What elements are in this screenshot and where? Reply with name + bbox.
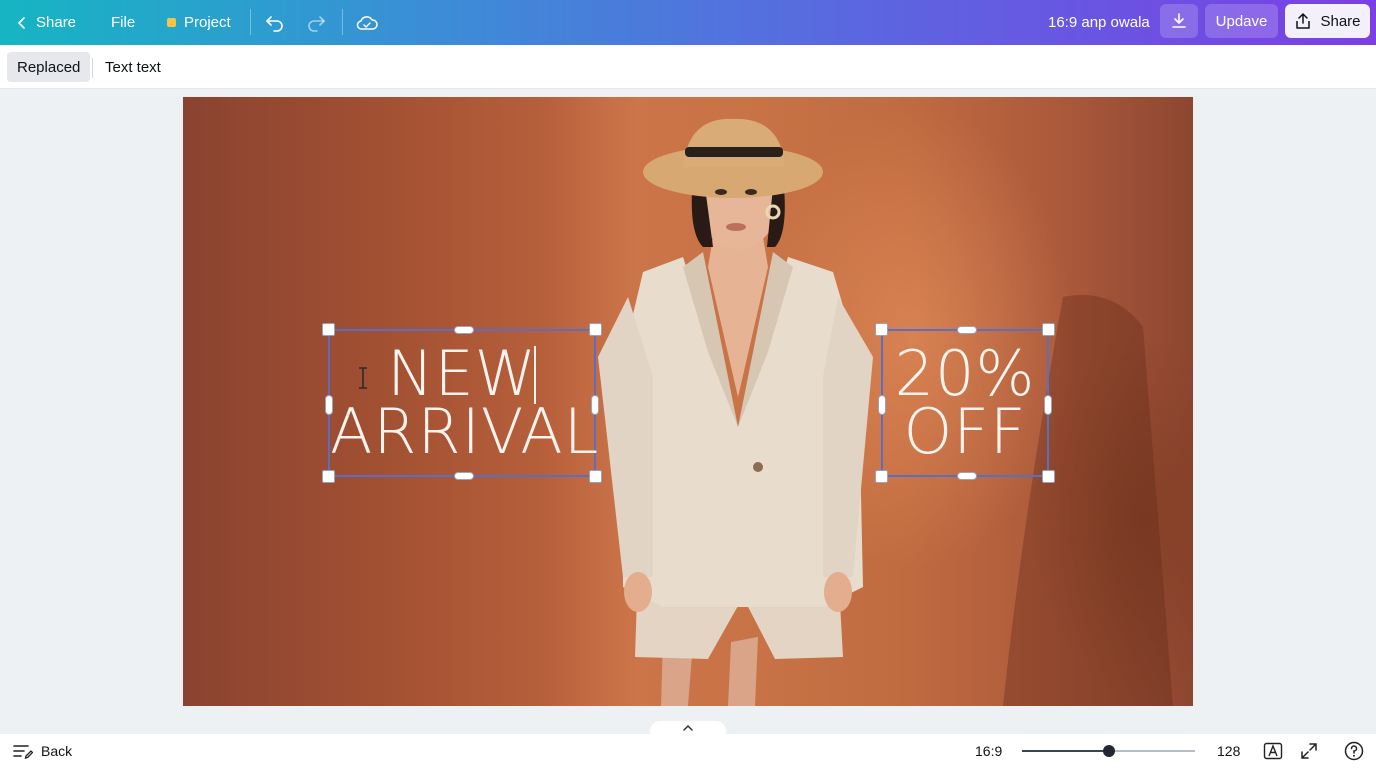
text-options-label: Text text [105, 58, 161, 76]
text-overlay-icon [1263, 741, 1283, 761]
redo-icon [306, 14, 326, 32]
pages-collapse-tab[interactable] [650, 721, 726, 735]
resize-handle-bottom-left[interactable] [875, 470, 888, 483]
headline-line-2[interactable]: ARRIVAL [330, 401, 598, 463]
zoom-slider-thumb[interactable] [1103, 745, 1115, 757]
document-title[interactable]: 16:9 anp owala [1048, 0, 1150, 45]
top-toolbar: Share File Project 16:9 anp owala Updave [0, 0, 1376, 45]
redo-button[interactable] [306, 0, 326, 45]
share-button[interactable]: Share [1285, 4, 1370, 38]
resize-handle-right[interactable] [1044, 395, 1052, 415]
update-button-label: Updave [1215, 12, 1268, 30]
text-cursor [534, 346, 536, 404]
share-icon [1294, 12, 1312, 30]
update-button[interactable]: Updave [1205, 4, 1278, 38]
resize-handle-right[interactable] [591, 395, 599, 415]
zoom-slider[interactable] [1022, 745, 1195, 757]
aspect-ratio-button[interactable]: 16:9 [975, 734, 1002, 768]
zoom-level[interactable]: 128 [1217, 734, 1240, 768]
replaced-label: Replaced [17, 58, 81, 76]
resize-handle-left[interactable] [325, 395, 333, 415]
context-toolbar: Replaced Text text [0, 45, 1376, 89]
document-title-label: 16:9 anp owala [1048, 14, 1150, 31]
fullscreen-button[interactable] [1300, 734, 1318, 768]
bottom-toolbar: Back 16:9 128 [0, 734, 1376, 768]
notes-back-button[interactable]: Back [13, 734, 72, 768]
resize-handle-bottom-left[interactable] [322, 470, 335, 483]
file-menu-label: File [111, 14, 136, 31]
design-canvas[interactable]: NEW ARRIVAL 20% OFF [183, 97, 1193, 706]
undo-button[interactable] [265, 0, 285, 45]
download-button[interactable] [1160, 4, 1198, 38]
download-icon [1170, 12, 1188, 30]
text-overlay-button[interactable] [1263, 734, 1283, 768]
resize-handle-bottom[interactable] [957, 472, 977, 480]
back-share-label: Share [36, 14, 77, 31]
chevron-up-icon [682, 724, 694, 732]
headline-text-box[interactable]: NEW ARRIVAL [322, 323, 602, 483]
text-options-button[interactable]: Text text [95, 52, 171, 82]
notes-icon [13, 743, 33, 759]
cloud-icon [356, 14, 378, 32]
resize-handle-top-left[interactable] [875, 323, 888, 336]
back-label: Back [41, 743, 73, 759]
resize-handle-top-right[interactable] [589, 323, 602, 336]
toolbar-divider [250, 9, 251, 35]
resize-handle-bottom[interactable] [454, 472, 474, 480]
replaced-button[interactable]: Replaced [7, 52, 91, 82]
resize-handle-bottom-right[interactable] [1042, 470, 1055, 483]
back-share-button[interactable]: Share [16, 0, 76, 45]
chevron-left-icon [16, 16, 28, 30]
help-icon [1344, 741, 1364, 761]
zoom-slider-fill [1022, 750, 1109, 752]
project-menu[interactable]: Project [167, 0, 231, 45]
resize-handle-left[interactable] [878, 395, 886, 415]
file-menu[interactable]: File [111, 0, 135, 45]
project-color-icon [167, 18, 176, 27]
subbar-divider [92, 58, 93, 78]
offer-line-2[interactable]: OFF [883, 401, 1047, 463]
zoom-level-value: 128 [1217, 743, 1241, 759]
resize-handle-top[interactable] [957, 326, 977, 334]
resize-handle-top-right[interactable] [1042, 323, 1055, 336]
resize-handle-top[interactable] [454, 326, 474, 334]
undo-icon [265, 14, 285, 32]
resize-handle-top-left[interactable] [322, 323, 335, 336]
toolbar-divider [342, 9, 343, 35]
resize-handle-bottom-right[interactable] [589, 470, 602, 483]
cloud-save-status[interactable] [356, 0, 378, 45]
help-button[interactable] [1344, 734, 1364, 768]
offer-text-box[interactable]: 20% OFF [875, 323, 1055, 483]
aspect-ratio-label: 16:9 [975, 743, 1003, 759]
project-menu-label: Project [184, 14, 231, 31]
fullscreen-icon [1300, 742, 1318, 760]
share-button-label: Share [1320, 12, 1361, 30]
text-cursor-icon [357, 367, 369, 394]
